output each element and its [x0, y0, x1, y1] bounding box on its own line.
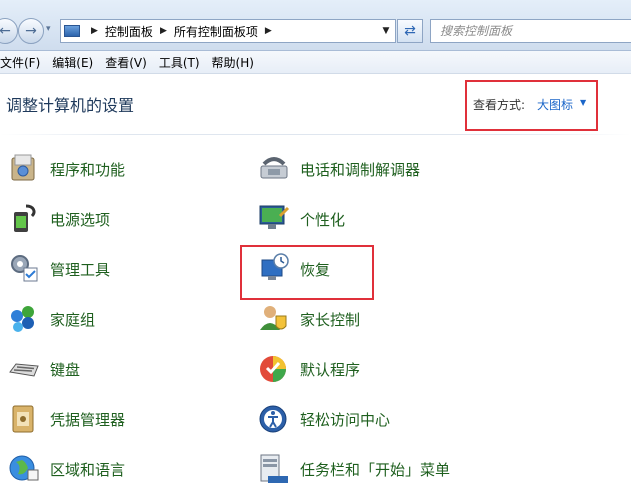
region-language-icon — [9, 455, 39, 481]
item-label: 家庭组 — [50, 311, 96, 329]
breadcrumb-control-panel[interactable]: 控制面板 — [105, 23, 153, 40]
taskbar-start-menu-icon — [260, 454, 288, 483]
refresh-icon: ⇄ — [404, 23, 416, 39]
forward-arrow-icon: → — [25, 23, 37, 39]
homegroup-icon — [11, 306, 34, 332]
page-title: 调整计算机的设置 — [6, 96, 135, 115]
item-label: 轻松访问中心 — [300, 411, 391, 429]
keyboard-icon — [9, 363, 39, 377]
breadcrumb-separator-icon[interactable]: ▶ — [265, 26, 272, 36]
credential-manager-icon — [12, 405, 34, 433]
item-label: 默认程序 — [300, 361, 361, 379]
back-arrow-icon: ← — [0, 23, 11, 39]
breadcrumb-separator-icon[interactable]: ▶ — [160, 26, 167, 36]
recent-pages-dropdown-icon[interactable]: ▾ — [46, 24, 51, 34]
header-divider — [0, 134, 631, 135]
menu-view[interactable]: 查看(V) — [99, 54, 153, 71]
admin-tools-icon — [11, 255, 38, 282]
item-label: 任务栏和「开始」菜单 — [300, 461, 451, 479]
navigation-bar: ← → ▾ ▶ 控制面板 ▶ 所有控制面板项 ▶ ▼ ⇄ 搜索控制面板 — [0, 0, 631, 51]
phone-modem-icon — [260, 157, 288, 179]
control-panel-icon — [64, 25, 80, 37]
item-label: 键盘 — [50, 361, 81, 379]
back-button[interactable]: ← — [0, 18, 18, 44]
item-label: 家长控制 — [300, 311, 361, 329]
view-by-dropdown[interactable]: 大图标 — [537, 96, 573, 113]
menu-tools[interactable]: 工具(T) — [153, 54, 206, 71]
parental-controls-icon — [260, 306, 287, 330]
item-label: 程序和功能 — [50, 161, 126, 179]
view-by-chevron-down-icon[interactable]: ▼ — [580, 98, 586, 107]
programs-features-icon — [11, 154, 35, 181]
view-by-label: 查看方式: — [473, 98, 526, 112]
recovery-icon — [261, 253, 289, 280]
search-input[interactable]: 搜索控制面板 — [430, 19, 631, 43]
breadcrumb-all-items[interactable]: 所有控制面板项 — [174, 23, 258, 40]
power-options-icon — [14, 204, 36, 232]
breadcrumb-separator-icon[interactable]: ▶ — [91, 26, 98, 36]
item-label: 管理工具 — [50, 261, 111, 279]
item-label: 电源选项 — [50, 211, 111, 229]
forward-button[interactable]: → — [18, 18, 44, 44]
address-dropdown-icon[interactable]: ▼ — [377, 20, 395, 42]
default-programs-icon — [260, 356, 286, 382]
item-label: 凭据管理器 — [50, 411, 126, 429]
menu-bar: 文件(F) 编辑(E) 查看(V) 工具(T) 帮助(H) — [0, 51, 631, 74]
item-label: 电话和调制解调器 — [300, 161, 421, 179]
menu-edit[interactable]: 编辑(E) — [46, 54, 99, 71]
item-label: 个性化 — [300, 211, 346, 229]
item-label: 恢复 — [300, 261, 331, 279]
menu-file[interactable]: 文件(F) — [0, 54, 46, 71]
refresh-button[interactable]: ⇄ — [397, 19, 423, 43]
menu-help[interactable]: 帮助(H) — [206, 54, 260, 71]
ease-of-access-icon — [259, 405, 287, 433]
item-label: 区域和语言 — [50, 461, 126, 479]
address-bar[interactable]: ▶ 控制面板 ▶ 所有控制面板项 ▶ ▼ — [60, 19, 396, 43]
personalization-icon — [259, 205, 290, 229]
